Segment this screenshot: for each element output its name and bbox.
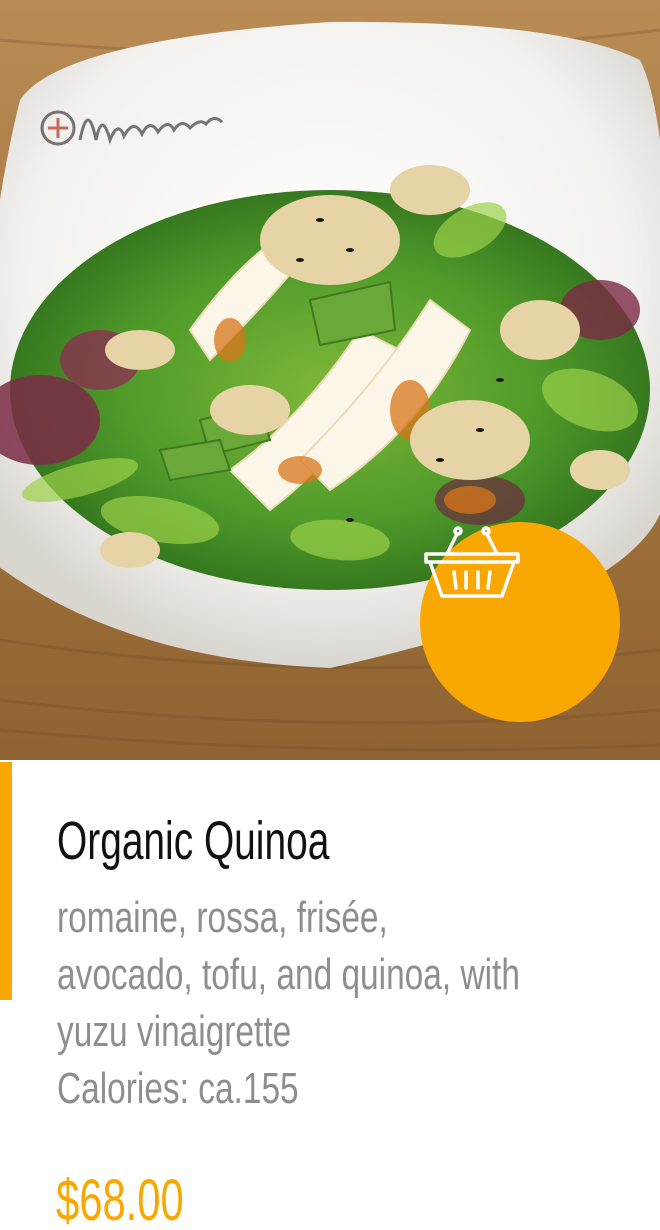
calories-text: Calories: ca.155 bbox=[57, 1064, 299, 1113]
add-to-cart-button[interactable] bbox=[420, 522, 620, 722]
product-price: $68.00 bbox=[56, 1168, 184, 1230]
description-line: romaine, rossa, frisée, bbox=[57, 893, 388, 942]
product-description: romaine, rossa, frisée, avocado, tofu, a… bbox=[57, 889, 660, 1117]
shopping-basket-icon bbox=[424, 526, 520, 598]
description-line: yuzu vinaigrette bbox=[57, 1007, 292, 1056]
description-line: avocado, tofu, and quinoa, with bbox=[57, 950, 520, 999]
product-photo bbox=[0, 0, 660, 760]
product-card: Organic Quinoa romaine, rossa, frisée, a… bbox=[0, 0, 660, 1230]
product-title: Organic Quinoa bbox=[57, 811, 330, 871]
accent-bar bbox=[0, 762, 12, 1000]
